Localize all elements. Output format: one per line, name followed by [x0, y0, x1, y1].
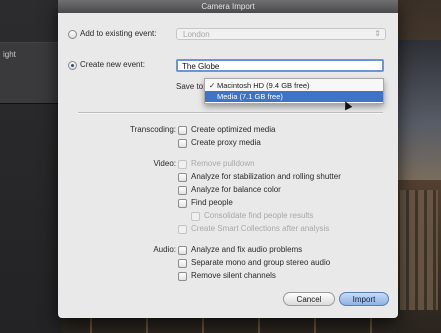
find-people-label: Find people [191, 198, 233, 207]
checkmark-icon: ✓ [209, 81, 216, 90]
section-divider [78, 112, 383, 114]
create-new-radio[interactable] [68, 61, 77, 70]
save-to-menu[interactable]: ✓ Macintosh HD (9.4 GB free) Media (7.1 … [204, 78, 384, 104]
add-existing-label: Add to existing event: [80, 29, 157, 38]
create-optimized-checkbox[interactable] [178, 126, 187, 135]
separate-mono-checkbox[interactable] [178, 259, 187, 268]
fix-audio-checkbox[interactable] [178, 246, 187, 255]
audio-label: Audio: [153, 245, 176, 254]
find-people-checkbox[interactable] [178, 199, 187, 208]
video-label: Video: [153, 159, 176, 168]
create-new-label: Create new event: [80, 60, 145, 69]
add-existing-radio[interactable] [68, 30, 77, 39]
balance-color-label: Analyze for balance color [191, 185, 281, 194]
fix-audio-label: Analyze and fix audio problems [191, 245, 303, 254]
transcoding-label: Transcoding: [130, 125, 176, 134]
menu-item-media[interactable]: Media (7.1 GB free) [205, 91, 383, 102]
existing-event-select[interactable]: London ⇕ [176, 28, 386, 40]
viewer-image [396, 40, 441, 180]
remove-pulldown-checkbox[interactable] [178, 160, 187, 169]
create-proxy-checkbox[interactable] [178, 139, 187, 148]
separate-mono-label: Separate mono and group stereo audio [191, 258, 331, 267]
menu-item-macintosh-hd[interactable]: ✓ Macintosh HD (9.4 GB free) [205, 80, 383, 91]
consolidate-people-checkbox[interactable] [191, 212, 200, 221]
menu-item-label: Macintosh HD (9.4 GB free) [217, 81, 310, 90]
balance-color-checkbox[interactable] [178, 186, 187, 195]
smart-collections-checkbox[interactable] [178, 225, 187, 234]
sidebar-item-label: ight [3, 50, 16, 59]
new-event-name-input[interactable]: The Globe [176, 59, 384, 72]
stabilization-label: Analyze for stabilization and rolling sh… [191, 172, 341, 181]
dialog-title: Camera Import [58, 0, 398, 13]
remove-pulldown-label: Remove pulldown [191, 159, 255, 168]
menu-item-label: Media (7.1 GB free) [217, 92, 283, 101]
consolidate-people-label: Consolidate find people results [204, 211, 314, 220]
stabilization-checkbox[interactable] [178, 173, 187, 182]
select-arrows-icon: ⇕ [374, 29, 381, 38]
camera-import-dialog: Camera Import Add to existing event: Lon… [58, 0, 398, 318]
cancel-button[interactable]: Cancel [283, 292, 335, 306]
save-to-label: Save to: [176, 82, 206, 91]
create-proxy-label: Create proxy media [191, 138, 261, 147]
smart-collections-label: Create Smart Collections after analysis [191, 224, 330, 233]
import-button[interactable]: Import [339, 292, 389, 306]
create-optimized-label: Create optimized media [191, 125, 276, 134]
remove-silent-label: Remove silent channels [191, 271, 276, 280]
existing-event-value: London [183, 30, 210, 39]
remove-silent-checkbox[interactable] [178, 272, 187, 281]
viewer-building [400, 190, 438, 310]
